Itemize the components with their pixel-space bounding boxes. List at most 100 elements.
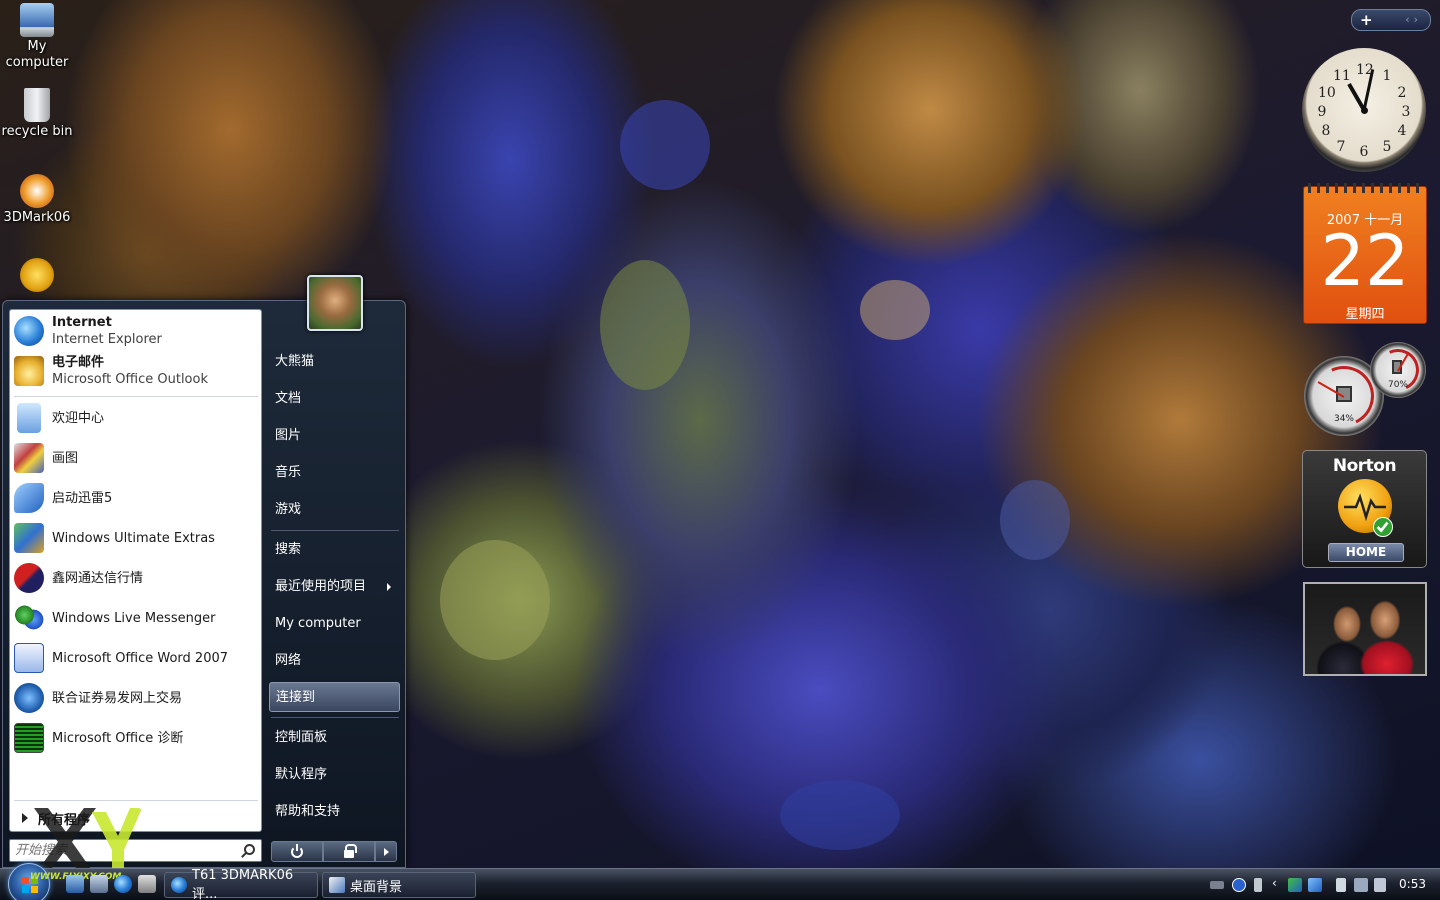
program-label: 画图 bbox=[52, 450, 79, 466]
power-controls bbox=[271, 841, 397, 862]
calendar-gadget[interactable]: 2007 十一月 22 星期四 bbox=[1303, 183, 1427, 324]
power-options-button[interactable] bbox=[375, 841, 397, 862]
pinned-item-email[interactable]: 电子邮件 Microsoft Office Outlook bbox=[14, 352, 259, 390]
program-label: Microsoft Office 诊断 bbox=[52, 730, 184, 746]
program-label: 鑫网通达信行情 bbox=[52, 570, 144, 586]
start-right-label: 音乐 bbox=[275, 465, 302, 480]
start-right-pictures[interactable]: 图片 bbox=[273, 421, 399, 451]
volume-icon[interactable] bbox=[1374, 878, 1386, 892]
program-label: 欢迎中心 bbox=[52, 410, 105, 426]
pinned-item-internet[interactable]: Internet Internet Explorer bbox=[14, 312, 259, 350]
outlook-icon bbox=[14, 356, 44, 386]
desktop-background-icon bbox=[329, 877, 345, 893]
network-icon[interactable] bbox=[1354, 878, 1368, 892]
desktop-icon-recycle-bin[interactable]: recycle bin bbox=[0, 88, 74, 140]
show-desktop-icon[interactable] bbox=[66, 875, 84, 893]
taskbar: WWW.FLYIXY.COM T61 3DMARK06评... 桌面背景 ‹ 0… bbox=[0, 863, 1440, 900]
norton-home-button[interactable]: HOME bbox=[1328, 543, 1404, 562]
start-right-default-programs[interactable]: 默认程序 bbox=[273, 760, 399, 790]
start-right-label: My computer bbox=[275, 616, 361, 631]
program-word-2007[interactable]: Microsoft Office Word 2007 bbox=[14, 639, 259, 677]
thunder-tray-icon[interactable] bbox=[1308, 878, 1322, 892]
user-avatar[interactable] bbox=[307, 275, 363, 331]
switch-windows-icon[interactable] bbox=[90, 875, 108, 893]
internet-explorer-icon bbox=[171, 877, 187, 893]
start-right-help-support[interactable]: 帮助和支持 bbox=[273, 797, 399, 827]
battery-icon[interactable] bbox=[1336, 878, 1346, 892]
program-securities[interactable]: 联合证券易发网上交易 bbox=[14, 679, 259, 717]
desktop-icon-my-computer[interactable]: My computer bbox=[0, 3, 74, 71]
lock-button[interactable] bbox=[323, 841, 375, 862]
taskbar-button-t61-3dmark06[interactable]: T61 3DMARK06评... bbox=[164, 868, 318, 900]
clock-number: 1 bbox=[1382, 68, 1392, 84]
clock-number: 2 bbox=[1397, 85, 1407, 101]
slideshow-gadget[interactable] bbox=[1303, 582, 1427, 676]
separator bbox=[271, 717, 399, 718]
chevron-left-icon[interactable]: ‹ bbox=[1272, 876, 1280, 890]
taskbar-clock[interactable]: 0:53 bbox=[1399, 877, 1426, 891]
pinned-item-subtitle: Internet Explorer bbox=[52, 332, 162, 347]
program-paint[interactable]: 画图 bbox=[14, 439, 259, 477]
start-right-label: 大熊猫 bbox=[275, 354, 315, 369]
start-right-label: 文档 bbox=[275, 391, 302, 406]
norton-gadget[interactable]: Norton HOME bbox=[1302, 450, 1427, 568]
power-button[interactable] bbox=[271, 841, 323, 862]
ultimate-extras-icon bbox=[14, 523, 44, 553]
desktop-icon-partial[interactable] bbox=[0, 258, 74, 294]
program-guosen[interactable]: 鑫网通达信行情 bbox=[14, 559, 259, 597]
messenger-tray-icon[interactable] bbox=[1288, 878, 1302, 892]
search-icon[interactable] bbox=[244, 844, 255, 855]
welcome-center-icon bbox=[17, 403, 41, 433]
internet-explorer-icon[interactable] bbox=[114, 875, 132, 893]
program-office-diagnostics[interactable]: Microsoft Office 诊断 bbox=[14, 719, 259, 757]
program-label: Microsoft Office Word 2007 bbox=[52, 650, 229, 666]
clock-number: 11 bbox=[1333, 68, 1351, 84]
separator bbox=[14, 396, 258, 397]
clock-gadget[interactable]: 12 1 2 3 4 5 6 7 8 9 10 11 bbox=[1302, 48, 1426, 172]
start-right-connect-to[interactable]: 连接到 bbox=[269, 682, 400, 712]
start-right-my-computer[interactable]: My computer bbox=[273, 609, 399, 639]
program-welcome-center[interactable]: 欢迎中心 bbox=[14, 399, 259, 437]
start-right-music[interactable]: 音乐 bbox=[273, 458, 399, 488]
program-thunder[interactable]: 启动迅雷5 bbox=[14, 479, 259, 517]
calendar-weekday: 星期四 bbox=[1345, 307, 1385, 322]
start-right-recent-items[interactable]: 最近使用的项目 bbox=[273, 572, 399, 602]
taskbar-button-label: 桌面背景 bbox=[350, 879, 403, 895]
clock-number: 4 bbox=[1397, 123, 1407, 139]
start-right-documents[interactable]: 文档 bbox=[273, 384, 399, 414]
computer-icon bbox=[20, 3, 54, 37]
cpu-meter-gadget[interactable]: 34% 70% bbox=[1302, 340, 1430, 436]
separator bbox=[14, 800, 258, 801]
start-right-games[interactable]: 游戏 bbox=[273, 495, 399, 525]
start-right-user-folder[interactable]: 大熊猫 bbox=[273, 347, 399, 377]
add-gadget-button[interactable]: + bbox=[1360, 11, 1373, 29]
clock-number: 8 bbox=[1321, 123, 1331, 139]
desktop-icon-3dmark06[interactable]: 3DMark06 bbox=[0, 174, 74, 226]
program-ultimate-extras[interactable]: Windows Ultimate Extras bbox=[14, 519, 259, 557]
app-icon bbox=[20, 258, 54, 292]
taskbar-button-desktop-background[interactable]: 桌面背景 bbox=[322, 872, 476, 898]
start-right-label: 搜索 bbox=[275, 542, 302, 557]
clock-number: 7 bbox=[1336, 139, 1346, 155]
program-messenger[interactable]: Windows Live Messenger bbox=[14, 599, 259, 637]
start-right-label: 连接到 bbox=[276, 690, 316, 705]
start-right-label: 控制面板 bbox=[275, 730, 328, 745]
system-tray: ‹ 0:53 bbox=[1200, 869, 1440, 900]
program-label: Windows Live Messenger bbox=[52, 610, 216, 626]
start-right-label: 帮助和支持 bbox=[275, 804, 341, 819]
desktop-icon-label: My computer bbox=[5, 39, 69, 70]
separator bbox=[271, 530, 399, 531]
start-right-control-panel[interactable]: 控制面板 bbox=[273, 723, 399, 753]
taskbar-button-label: T61 3DMARK06评... bbox=[192, 868, 294, 900]
desktop-icon-label: 3DMark06 bbox=[3, 210, 71, 225]
language-icon[interactable] bbox=[1254, 878, 1262, 892]
start-right-network[interactable]: 网络 bbox=[273, 646, 399, 676]
start-right-search[interactable]: 搜索 bbox=[273, 535, 399, 565]
cpu-percent: 34% bbox=[1333, 414, 1354, 424]
quicklaunch-icon[interactable] bbox=[138, 875, 156, 893]
internet-explorer-icon bbox=[14, 316, 44, 346]
keyboard-icon[interactable] bbox=[1210, 881, 1224, 889]
help-icon[interactable] bbox=[1232, 878, 1246, 892]
lock-icon bbox=[344, 843, 357, 858]
sidebar-nav-arrows[interactable]: ‹› bbox=[1405, 13, 1422, 26]
